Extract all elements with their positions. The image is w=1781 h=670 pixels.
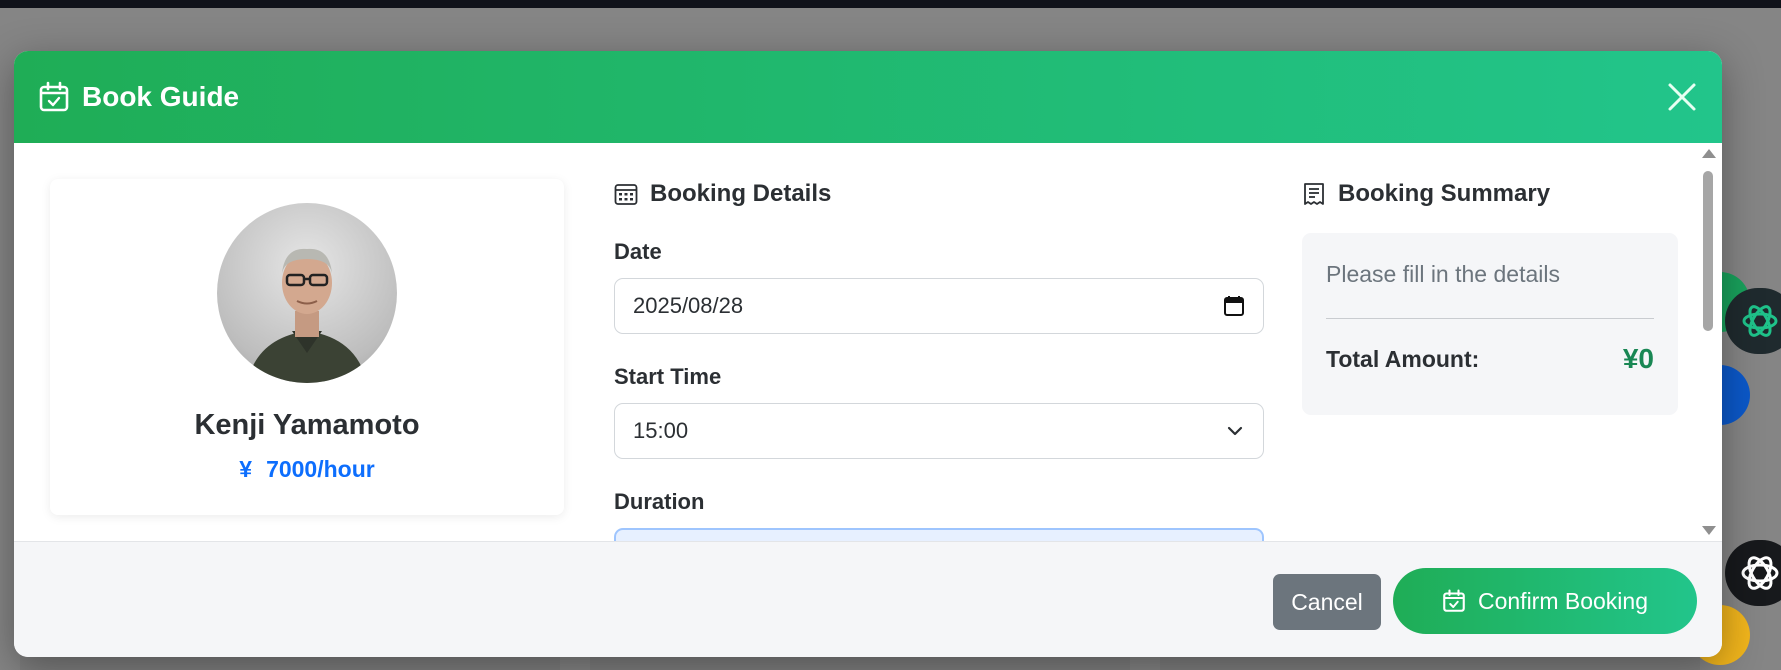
duration-select[interactable] [614, 528, 1264, 541]
total-value: ¥0 [1622, 343, 1654, 374]
calendar-picker-icon[interactable] [1223, 295, 1245, 317]
close-icon[interactable] [1664, 79, 1700, 115]
scroll-down-arrow[interactable] [1702, 526, 1716, 535]
date-input[interactable]: 2025/08/28 [614, 278, 1264, 334]
guide-profile-card: Kenji Yamamoto ¥7000/hour [50, 179, 564, 515]
total-row: Total Amount: ¥0 [1326, 343, 1654, 375]
start-time-select[interactable]: 15:00 [614, 403, 1264, 459]
guide-avatar [217, 203, 397, 383]
booking-summary-title: Booking Summary [1338, 180, 1551, 207]
confirm-booking-label: Confirm Booking [1477, 587, 1649, 614]
date-value: 2025/08/28 [633, 293, 744, 318]
cancel-button[interactable]: Cancel [1273, 574, 1381, 630]
booking-details-section: Booking Details Date 2025/08/28 Start Ti… [614, 179, 1264, 541]
booking-details-title: Booking Details [650, 180, 832, 207]
chevron-down-icon [1227, 426, 1243, 436]
receipt-icon [1304, 183, 1324, 205]
book-guide-modal: Book Guide Kenji Yamamoto ¥ 7000/hour Bo… [14, 51, 1722, 657]
total-label: Total Amount: [1326, 345, 1480, 372]
start-time-value: 15:00 [633, 418, 689, 443]
booking-summary-heading: Booking Summary [1302, 179, 1678, 209]
booking-summary-section: Booking Summary Please fill in the detai… [1302, 179, 1678, 415]
calendar-check-icon [39, 81, 69, 112]
modal-body[interactable]: Kenji Yamamoto ¥7000/hour Booking Detail… [14, 143, 1722, 541]
summary-box: Please fill in the details Total Amount:… [1302, 233, 1678, 415]
date-label: Date [614, 239, 662, 264]
confirm-booking-button[interactable]: Confirm Booking [1393, 568, 1697, 634]
modal-header: Book Guide [14, 51, 1722, 143]
booking-details-heading: Booking Details [614, 179, 1264, 209]
calendar-grid-icon [614, 184, 638, 205]
modal-scrollbar[interactable] [1700, 143, 1716, 541]
scrollbar-thumb[interactable] [1703, 171, 1713, 331]
rate-value: 7000/hour [266, 456, 375, 482]
modal-footer: Cancel Confirm Booking [14, 541, 1722, 657]
yen-icon: ¥ [239, 456, 253, 482]
guide-name: Kenji Yamamoto [194, 409, 420, 441]
modal-title: Book Guide [82, 81, 240, 112]
duration-label: Duration [614, 489, 705, 514]
guide-hourly-rate: ¥7000/hour [239, 456, 374, 483]
summary-divider [1326, 318, 1654, 319]
scroll-up-arrow[interactable] [1702, 149, 1716, 158]
summary-placeholder: Please fill in the details [1326, 261, 1560, 287]
start-time-label: Start Time [614, 364, 722, 389]
calendar-check-icon [1443, 589, 1465, 612]
